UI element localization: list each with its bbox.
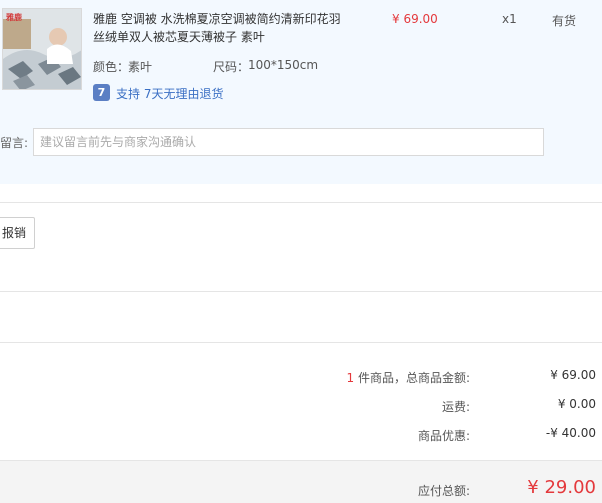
reimburse-button[interactable]: 报销 — [0, 217, 35, 249]
payable-value: ¥ 29.00 — [527, 477, 596, 498]
payable-bar — [0, 460, 602, 503]
color-value: 素叶 — [128, 60, 153, 74]
size-value: 100*150cm — [248, 58, 319, 72]
stock-status: 有货 — [552, 14, 577, 28]
discount-value: -¥ 40.00 — [545, 426, 596, 440]
note-label: 留言: — [0, 136, 29, 150]
goods-total-label-text: 件商品，总商品金额: — [354, 371, 470, 385]
item-count: 1 — [346, 371, 355, 385]
size-label: 尺码： — [213, 60, 250, 74]
goods-total-label: 1 件商品，总商品金额: — [347, 369, 471, 386]
shipping-label: 运费: — [441, 400, 470, 414]
return-policy-icon: 7 — [93, 84, 110, 101]
goods-total-value: ¥ 69.00 — [550, 368, 596, 382]
shipping-value: ¥ 0.00 — [557, 397, 596, 411]
product-title[interactable]: 雅鹿 空调被 水洗棉夏凉空调被简约清新印花羽丝绒单双人被芯夏天薄被子 素叶 — [93, 10, 343, 46]
payable-label: 应付总额: — [417, 484, 470, 498]
return-policy-text: 支持 7天无理由退货 — [116, 87, 224, 101]
product-thumbnail[interactable]: 雅鹿 — [2, 8, 82, 90]
product-quantity: x1 — [502, 12, 517, 26]
brand-logo-text: 雅鹿 — [6, 13, 22, 22]
discount-label: 商品优惠: — [417, 429, 470, 443]
note-input[interactable] — [33, 128, 544, 156]
divider — [0, 202, 602, 203]
color-label: 颜色： — [93, 60, 130, 74]
divider — [0, 342, 602, 343]
divider — [0, 291, 602, 292]
product-price: ¥ 69.00 — [392, 12, 438, 26]
